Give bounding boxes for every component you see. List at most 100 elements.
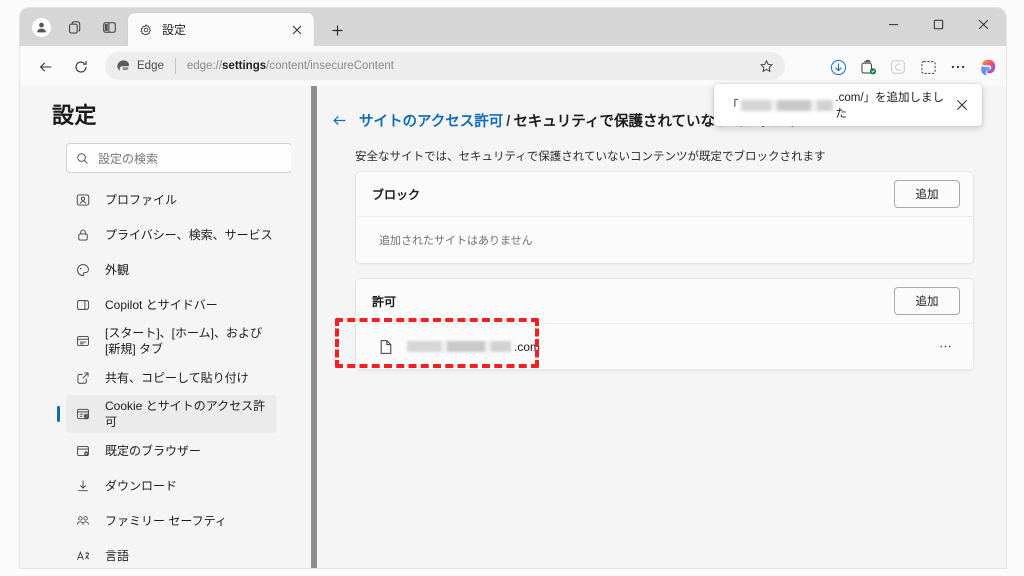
site-name: .com — [407, 340, 540, 354]
settings-more-icon[interactable] — [944, 53, 972, 81]
tab-strip-left-icons — [26, 8, 124, 46]
sidebar-item-downloads[interactable]: ダウンロード — [66, 468, 277, 503]
toolbar-right-icons — [824, 53, 1002, 81]
sidebar-item-profile[interactable]: プロファイル — [66, 182, 277, 217]
new-tab-button[interactable] — [324, 17, 350, 43]
settings-sidebar: 設定 設定の検索 プロファイル プライバシー、検索、サービス 外観 Copilo… — [20, 86, 291, 568]
site-suffix: .com — [514, 339, 541, 354]
settings-content: サイトのアクセス許可 / セキュリティで保護されていないコンテンツ 安全なサイトでは… — [317, 86, 1006, 568]
sidebar-item-default-browser[interactable]: 既定のブラウザー — [66, 433, 277, 468]
tab-settings[interactable]: 設定 — [128, 13, 314, 46]
default-browser-icon — [72, 444, 94, 458]
allow-card: 許可 追加 .com — [355, 278, 974, 371]
breadcrumb-parent[interactable]: サイトのアクセス許可 — [359, 114, 503, 130]
content-subtitle: 安全なサイトでは、セキュリティで保護されていないコンテンツが既定でブロックされま… — [355, 151, 826, 163]
download-icon — [72, 479, 94, 493]
block-card-body: 追加されたサイトはありません — [356, 216, 973, 263]
sidebar-item-copilot-sidebar[interactable]: Copilot とサイドバー — [66, 287, 277, 322]
back-arrow-icon[interactable] — [331, 112, 348, 129]
redacted-domain — [407, 341, 511, 352]
toast-notification: 「 .com/」を追加しました — [714, 84, 982, 126]
back-button[interactable] — [33, 54, 59, 80]
toast-suffix: .com/」を追加しました — [835, 92, 945, 120]
allow-card-body: .com — [356, 323, 973, 370]
refresh-button[interactable] — [68, 54, 94, 80]
appearance-icon — [72, 263, 94, 277]
block-card-title: ブロック — [372, 187, 421, 202]
close-button[interactable] — [961, 8, 1006, 41]
sidebar-item-label: 共有、コピーして貼り付け — [105, 370, 249, 385]
sidebar-item-cookies-site-permissions[interactable]: Cookie とサイトのアクセス許可 — [66, 395, 277, 433]
list-item[interactable]: .com — [356, 324, 973, 370]
sidebar-item-family-safety[interactable]: ファミリー セーフティ — [66, 503, 277, 538]
gear-icon — [139, 23, 153, 37]
share-icon — [72, 371, 94, 385]
sidebar-item-label: ファミリー セーフティ — [105, 513, 227, 528]
sidebar-item-label: [スタート]、[ホーム]、および [新規] タブ — [105, 326, 262, 356]
sidebar-item-label: ダウンロード — [105, 478, 178, 493]
profile-icon — [72, 193, 94, 207]
edge-logo-icon — [117, 59, 130, 71]
edge-badge: Edge — [116, 59, 164, 74]
sidebar-item-label: 外観 — [105, 262, 130, 277]
lock-icon — [72, 228, 94, 242]
sidebar-item-share-copy-paste[interactable]: 共有、コピーして貼り付け — [66, 360, 277, 395]
tab-strip: 設定 — [20, 8, 1006, 46]
sidebar-item-label: プロファイル — [105, 192, 178, 207]
browser-toolbar: Edge edge://settings/content/insecureCon… — [20, 46, 1006, 86]
allow-card-title: 許可 — [372, 294, 397, 309]
start-home-icon — [72, 334, 94, 348]
avatar — [31, 17, 51, 37]
address-bar-url: edge://settings/content/insecureContent — [186, 60, 394, 72]
profile-icon[interactable] — [26, 12, 56, 42]
downloads-icon[interactable] — [824, 53, 852, 81]
settings-page: 設定 設定の検索 プロファイル プライバシー、検索、サービス 外観 Copilo… — [20, 86, 1006, 568]
copilot-icon[interactable] — [974, 53, 1002, 81]
browser-essentials-icon[interactable] — [884, 53, 912, 81]
block-add-button[interactable]: 追加 — [894, 180, 960, 208]
block-empty-text: 追加されたサイトはありません — [379, 235, 533, 247]
language-icon — [72, 549, 94, 563]
toast-message: 「 .com/」を追加しました — [727, 89, 952, 121]
close-icon[interactable] — [952, 94, 973, 116]
site-more-menu-icon[interactable] — [931, 335, 959, 359]
screenshot-root: 設定 Edge edge://settings/content/insecure… — [0, 0, 1024, 576]
block-card: ブロック 追加 追加されたサイトはありません — [355, 171, 974, 264]
breadcrumb-separator: / — [506, 114, 511, 130]
sidebar-item-label: Cookie とサイトのアクセス許可 — [105, 399, 266, 429]
search-input[interactable]: 設定の検索 — [66, 143, 291, 173]
sidebar-item-start-home-new-tab[interactable]: [スタート]、[ホーム]、および [新規] タブ — [66, 322, 277, 360]
redacted-domain — [740, 99, 834, 111]
maximize-button[interactable] — [916, 8, 961, 41]
allow-add-button[interactable]: 追加 — [894, 287, 960, 315]
edge-label: Edge — [137, 60, 164, 72]
search-placeholder: 設定の検索 — [98, 151, 159, 166]
sidebar-item-label: Copilot とサイドバー — [105, 297, 218, 312]
allow-card-header: 許可 追加 — [356, 279, 973, 323]
tab-copy-icon[interactable] — [60, 12, 90, 42]
sidebar-item-label: 言語 — [105, 548, 130, 563]
block-card-header: ブロック 追加 — [356, 172, 973, 216]
sidebar-item-appearance[interactable]: 外観 — [66, 252, 277, 287]
split-screen-icon[interactable] — [914, 53, 942, 81]
search-icon — [76, 152, 89, 165]
split-screen-icon[interactable] — [94, 12, 124, 42]
tab-close-icon[interactable] — [286, 19, 308, 41]
toast-prefix: 「 — [727, 100, 739, 112]
sidebar-icon — [72, 298, 94, 312]
file-icon — [379, 339, 393, 355]
omnibox-divider — [174, 58, 176, 74]
window-controls — [871, 8, 1006, 41]
collections-icon[interactable] — [854, 53, 882, 81]
sidebar-item-languages[interactable]: 言語 — [66, 538, 277, 568]
favorite-star-icon[interactable] — [754, 54, 778, 78]
address-bar[interactable]: Edge edge://settings/content/insecureCon… — [105, 52, 785, 80]
tab-title: 設定 — [162, 23, 187, 37]
sidebar-item-label: プライバシー、検索、サービス — [105, 227, 273, 242]
sidebar-item-privacy-search-services[interactable]: プライバシー、検索、サービス — [66, 217, 277, 252]
minimize-button[interactable] — [871, 8, 916, 41]
sidebar-item-label: 既定のブラウザー — [105, 443, 202, 458]
family-safety-icon — [72, 514, 94, 528]
page-title: 設定 — [52, 103, 98, 128]
cookie-permissions-icon — [72, 407, 94, 421]
